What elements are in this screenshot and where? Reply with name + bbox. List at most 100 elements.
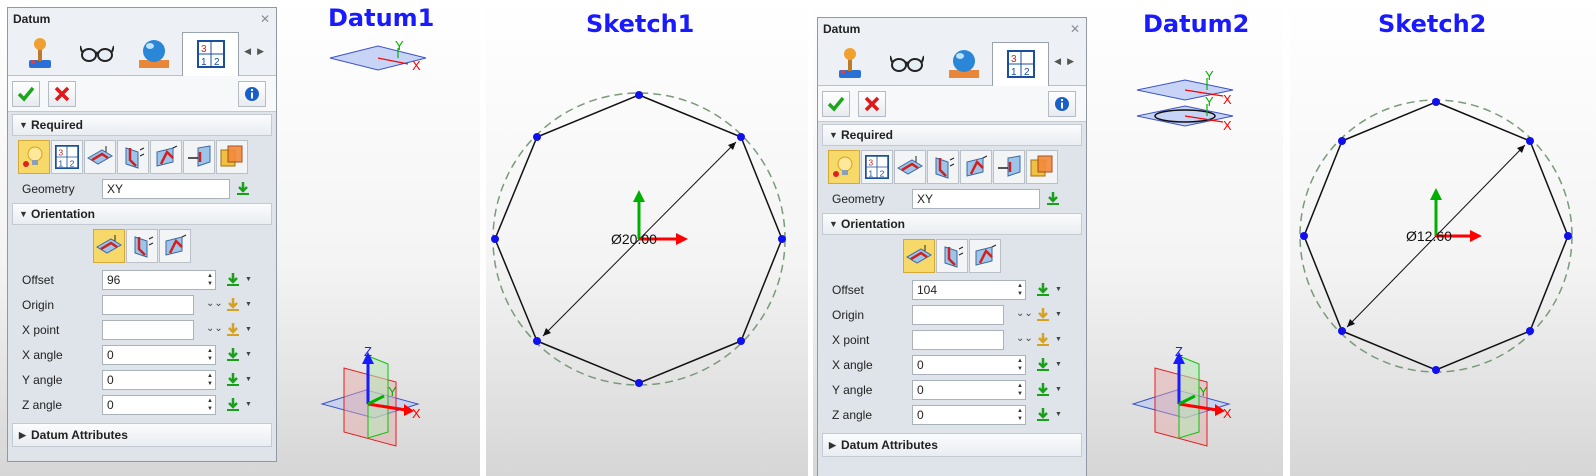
section-required-header[interactable]: ▼ Required xyxy=(12,114,272,136)
expand-chevron-icon[interactable]: ⌄⌄ xyxy=(1016,308,1033,319)
pick-download-icon[interactable] xyxy=(226,322,240,337)
ok-button[interactable] xyxy=(12,81,40,107)
dropdown-arrow-icon[interactable]: ▼ xyxy=(245,276,252,283)
section-orientation-header[interactable]: ▼ Orientation xyxy=(822,213,1082,235)
required-btn-angle[interactable] xyxy=(960,150,992,184)
orientation-btn-three-point[interactable] xyxy=(125,229,158,263)
yangle-field[interactable]: 0 ▲ ▼ xyxy=(102,369,216,390)
orientation-btn-angle[interactable] xyxy=(158,229,191,263)
dropdown-arrow-icon[interactable]: ▼ xyxy=(1055,411,1062,418)
pick-download-icon[interactable] xyxy=(1036,357,1050,372)
spinner-arrows-icon[interactable]: ▲ ▼ xyxy=(1017,357,1023,373)
pick-download-icon[interactable] xyxy=(1036,382,1050,397)
section-attributes-header[interactable]: ▶ Datum Attributes xyxy=(822,433,1082,457)
required-btn-three-point[interactable] xyxy=(927,150,959,184)
pick-download-icon[interactable] xyxy=(226,372,240,387)
pick-download-icon[interactable] xyxy=(226,272,240,287)
dropdown-arrow-icon[interactable]: ▼ xyxy=(1055,336,1062,343)
cancel-button[interactable] xyxy=(858,91,886,117)
panel-tabs: 3 12 ◀▶ xyxy=(8,30,276,76)
orientation-btn-angle[interactable] xyxy=(968,239,1001,273)
pick-download-icon[interactable] xyxy=(226,297,240,312)
expand-chevron-icon[interactable]: ⌄⌄ xyxy=(1016,333,1033,344)
tab-sketch[interactable]: 3 12 xyxy=(182,31,239,76)
spinner-arrows-icon[interactable]: ▲ ▼ xyxy=(1017,407,1023,423)
xangle-field[interactable]: 0 ▲ ▼ xyxy=(102,344,216,365)
offset-field[interactable]: 96 ▲ ▼ xyxy=(102,269,216,290)
required-btn-point[interactable] xyxy=(18,140,50,174)
tab-joystick[interactable] xyxy=(11,32,68,74)
pick-download-icon[interactable] xyxy=(1036,307,1050,322)
spinner-arrows-icon[interactable]: ▲ ▼ xyxy=(1017,282,1023,298)
dropdown-arrow-icon[interactable]: ▼ xyxy=(1055,386,1062,393)
origin-field[interactable] xyxy=(912,304,1004,325)
tab-scroll-arrows[interactable]: ◀▶ xyxy=(1054,56,1080,67)
ok-button[interactable] xyxy=(822,91,850,117)
xangle-field[interactable]: 0 ▲ ▼ xyxy=(912,354,1026,375)
xpoint-field[interactable] xyxy=(912,329,1004,350)
offset-row: Offset 96 ▲ ▼ ▼ xyxy=(8,267,276,292)
pick-download-icon[interactable] xyxy=(236,181,250,196)
orientation-btn-offset[interactable] xyxy=(92,229,125,263)
required-btn-sketch[interactable]: 312 xyxy=(861,150,893,184)
geometry-field[interactable]: XY xyxy=(102,178,230,199)
spinner-arrows-icon[interactable]: ▲ ▼ xyxy=(207,397,213,413)
required-btn-parallel[interactable] xyxy=(1026,150,1058,184)
pick-download-icon[interactable] xyxy=(1036,332,1050,347)
geometry-field[interactable]: XY xyxy=(912,188,1040,209)
tab-glasses[interactable] xyxy=(68,32,125,74)
tab-scroll-arrows[interactable]: ◀▶ xyxy=(244,46,270,57)
zangle-field[interactable]: 0 ▲ ▼ xyxy=(912,404,1026,425)
required-btn-parallel[interactable] xyxy=(216,140,248,174)
dropdown-arrow-icon[interactable]: ▼ xyxy=(245,301,252,308)
dropdown-arrow-icon[interactable]: ▼ xyxy=(1055,361,1062,368)
offset-row: Offset 104 ▲ ▼ ▼ xyxy=(818,277,1086,302)
close-icon[interactable]: ✕ xyxy=(1070,22,1080,36)
zangle-label: Z angle xyxy=(832,407,873,422)
tab-glasses[interactable] xyxy=(878,42,935,84)
dropdown-arrow-icon[interactable]: ▼ xyxy=(245,326,252,333)
required-btn-sketch[interactable]: 312 xyxy=(51,140,83,174)
orientation-btn-offset[interactable] xyxy=(902,239,935,273)
spinner-arrows-icon[interactable]: ▲ ▼ xyxy=(207,272,213,288)
required-btn-three-point[interactable] xyxy=(117,140,149,174)
tab-joystick[interactable] xyxy=(821,42,878,84)
required-btn-point[interactable] xyxy=(828,150,860,184)
dropdown-arrow-icon[interactable]: ▼ xyxy=(245,351,252,358)
section-attributes-header[interactable]: ▶ Datum Attributes xyxy=(12,423,272,447)
orientation-btn-three-point[interactable] xyxy=(935,239,968,273)
pick-download-icon[interactable] xyxy=(226,347,240,362)
pick-download-icon[interactable] xyxy=(1046,191,1060,206)
origin-field[interactable] xyxy=(102,294,194,315)
xpoint-field[interactable] xyxy=(102,319,194,340)
dropdown-arrow-icon[interactable]: ▼ xyxy=(245,401,252,408)
yangle-field[interactable]: 0 ▲ ▼ xyxy=(912,379,1026,400)
dropdown-arrow-icon[interactable]: ▼ xyxy=(245,376,252,383)
pick-download-icon[interactable] xyxy=(1036,407,1050,422)
pick-download-icon[interactable] xyxy=(1036,282,1050,297)
section-required-header[interactable]: ▼ Required xyxy=(822,124,1082,146)
info-button[interactable] xyxy=(238,81,266,107)
required-btn-angle[interactable] xyxy=(150,140,182,174)
spinner-arrows-icon[interactable]: ▲ ▼ xyxy=(207,347,213,363)
required-btn-normal[interactable] xyxy=(993,150,1025,184)
spinner-arrows-icon[interactable]: ▲ ▼ xyxy=(207,372,213,388)
zangle-field[interactable]: 0 ▲ ▼ xyxy=(102,394,216,415)
tab-sphere[interactable] xyxy=(935,42,992,84)
pick-download-icon[interactable] xyxy=(226,397,240,412)
info-button[interactable] xyxy=(1048,91,1076,117)
cancel-button[interactable] xyxy=(48,81,76,107)
spinner-arrows-icon[interactable]: ▲ ▼ xyxy=(1017,382,1023,398)
tab-sphere[interactable] xyxy=(125,32,182,74)
dropdown-arrow-icon[interactable]: ▼ xyxy=(1055,311,1062,318)
required-btn-normal[interactable] xyxy=(183,140,215,174)
section-orientation-header[interactable]: ▼ Orientation xyxy=(12,203,272,225)
expand-chevron-icon[interactable]: ⌄⌄ xyxy=(206,298,223,309)
required-btn-offset[interactable] xyxy=(894,150,926,184)
close-icon[interactable]: ✕ xyxy=(260,12,270,26)
required-btn-offset[interactable] xyxy=(84,140,116,174)
dropdown-arrow-icon[interactable]: ▼ xyxy=(1055,286,1062,293)
offset-field[interactable]: 104 ▲ ▼ xyxy=(912,279,1026,300)
tab-sketch[interactable]: 3 12 xyxy=(992,41,1049,86)
expand-chevron-icon[interactable]: ⌄⌄ xyxy=(206,323,223,334)
